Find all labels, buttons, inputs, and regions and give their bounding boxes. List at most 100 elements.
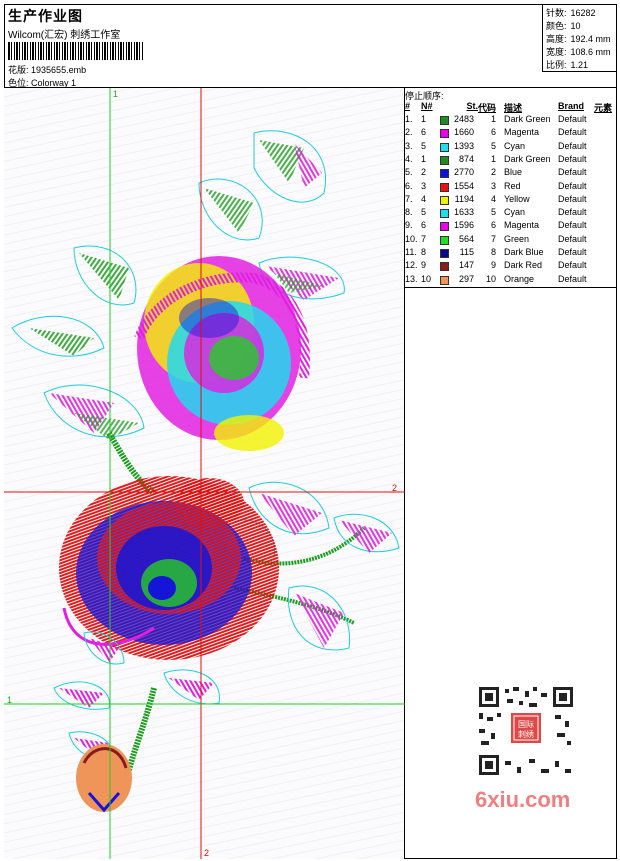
row-step: 7. [405, 193, 413, 204]
row-code: 5 [490, 207, 496, 218]
row-code: 2 [490, 167, 496, 178]
row-description: Dark Blue [504, 247, 544, 257]
row-step: 13. [405, 273, 418, 284]
row-step: 2. [405, 127, 413, 138]
row-description: Dark Green [504, 153, 551, 164]
row-brand: Default [558, 220, 587, 231]
stat-colors: 颜色: 10 [546, 21, 581, 31]
row-brand: Default [558, 260, 587, 271]
guide-label-v1: 1 [113, 89, 119, 99]
colorway-value: Colorway 1 [31, 78, 77, 88]
row-stitches: 2770 [453, 167, 474, 178]
design-file-line: 花版: 1935655.emb [8, 63, 86, 76]
row-description: Yellow [504, 193, 530, 204]
watermark: 6xiu.com [475, 787, 571, 812]
row-needle: 5 [421, 207, 427, 218]
row-color-swatch [440, 155, 449, 165]
row-color-swatch [440, 222, 449, 232]
stop-sequence-row: 1. 1 2483 1 Dark Green Default [404, 114, 617, 127]
row-color-swatch [440, 142, 449, 152]
design-canvas: 1 2 1 2 [4, 88, 405, 859]
row-color-swatch [440, 235, 449, 245]
qr-stamp-text-top: 国际 [518, 720, 534, 729]
row-step: 10. [405, 233, 418, 244]
bud-and-lower-leaves [53, 631, 220, 813]
stop-sequence-row: 4. 1 874 1 Dark Green Default [404, 154, 617, 167]
stop-sequence-row: 12. 9 147 9 Dark Red Default [404, 260, 617, 273]
row-code: 10 [485, 273, 496, 284]
colorway-label: 色位: [8, 78, 29, 88]
row-brand: Default [558, 153, 587, 164]
row-color-swatch [440, 169, 449, 179]
guide-label-v2: 2 [204, 848, 210, 858]
row-code: 4 [490, 193, 496, 204]
stop-sequence-row: 13. 10 297 10 Orange Default [404, 274, 617, 287]
row-needle: 7 [421, 233, 427, 244]
row-needle: 1 [421, 114, 427, 124]
row-brand: Default [558, 167, 587, 178]
row-description: Magenta [504, 220, 540, 231]
stat-stitches: 针数: 16282 [546, 8, 596, 18]
embroidery-artwork [4, 88, 405, 859]
row-code: 1 [490, 114, 496, 124]
row-step: 4. [405, 153, 413, 164]
row-description: Blue [504, 167, 523, 178]
row-description: Dark Green [504, 114, 551, 124]
row-code: 8 [490, 247, 496, 257]
row-needle: 3 [421, 180, 427, 191]
row-needle: 6 [421, 220, 427, 231]
stats-box: 针数: 16282 颜色: 10 高度: 192.4 mm 宽度: 108.6 mm 比… [542, 4, 617, 72]
row-description: Cyan [504, 207, 526, 218]
row-stitches: 1633 [453, 207, 474, 218]
row-step: 6. [405, 180, 413, 191]
barcode [8, 42, 143, 60]
header: 生产作业图 Wilcom(汇宏) 刺绣工作室 花版: 1935655.emb 色… [4, 4, 617, 88]
stop-sequence-row: 8. 5 1633 5 Cyan Default [404, 207, 617, 220]
row-brand: Default [558, 114, 587, 124]
row-code: 6 [490, 127, 496, 138]
stop-sequence-row: 6. 3 1554 3 Red Default [404, 181, 617, 194]
row-color-swatch [440, 209, 449, 219]
row-brand: Default [558, 127, 587, 138]
row-code: 5 [490, 140, 496, 151]
stop-sequence-row: 2. 6 1660 6 Magenta Default [404, 127, 617, 140]
row-needle: 2 [421, 167, 427, 178]
row-description: Dark Red [504, 260, 543, 271]
row-brand: Default [558, 180, 587, 191]
row-color-swatch [440, 195, 449, 205]
row-description: Red [504, 180, 521, 191]
row-code: 7 [490, 233, 496, 244]
row-needle: 6 [421, 127, 427, 138]
row-description: Cyan [504, 140, 526, 151]
row-needle: 9 [421, 260, 427, 271]
row-stitches: 1596 [453, 220, 474, 231]
stat-width: 宽度: 108.6 mm [546, 47, 611, 57]
row-step: 9. [405, 220, 413, 231]
row-description: Green [504, 233, 530, 244]
stop-sequence-row: 7. 4 1194 4 Yellow Default [404, 194, 617, 207]
stat-scale: 比例: 1.21 [546, 60, 589, 70]
row-step: 1. [405, 114, 413, 124]
page-title: 生产作业图 [8, 8, 83, 24]
stop-sequence-row: 9. 6 1596 6 Magenta Default [404, 220, 617, 233]
row-brand: Default [558, 233, 587, 244]
row-stitches: 1393 [453, 140, 474, 151]
row-needle: 1 [421, 153, 427, 164]
row-needle: 10 [421, 273, 432, 284]
row-code: 3 [490, 180, 496, 191]
row-stitches: 564 [458, 233, 474, 244]
row-needle: 4 [421, 193, 427, 204]
stop-sequence-row: 10. 7 564 7 Green Default [404, 234, 617, 247]
stop-sequence-panel: 停止顺序: # N# St. 代码 描述 Brand 元素 1. 1 2483 1 Da… [404, 88, 617, 288]
row-brand: Default [558, 247, 587, 257]
guide-label-h1: 1 [7, 695, 13, 705]
row-description: Orange [504, 273, 535, 284]
row-needle: 8 [421, 247, 427, 257]
row-stitches: 115 [459, 247, 474, 257]
row-code: 9 [490, 260, 496, 271]
guide-lines [4, 88, 405, 859]
row-code: 6 [490, 220, 496, 231]
row-stitches: 2483 [453, 114, 474, 124]
row-color-swatch [440, 182, 449, 192]
row-step: 5. [405, 167, 413, 178]
